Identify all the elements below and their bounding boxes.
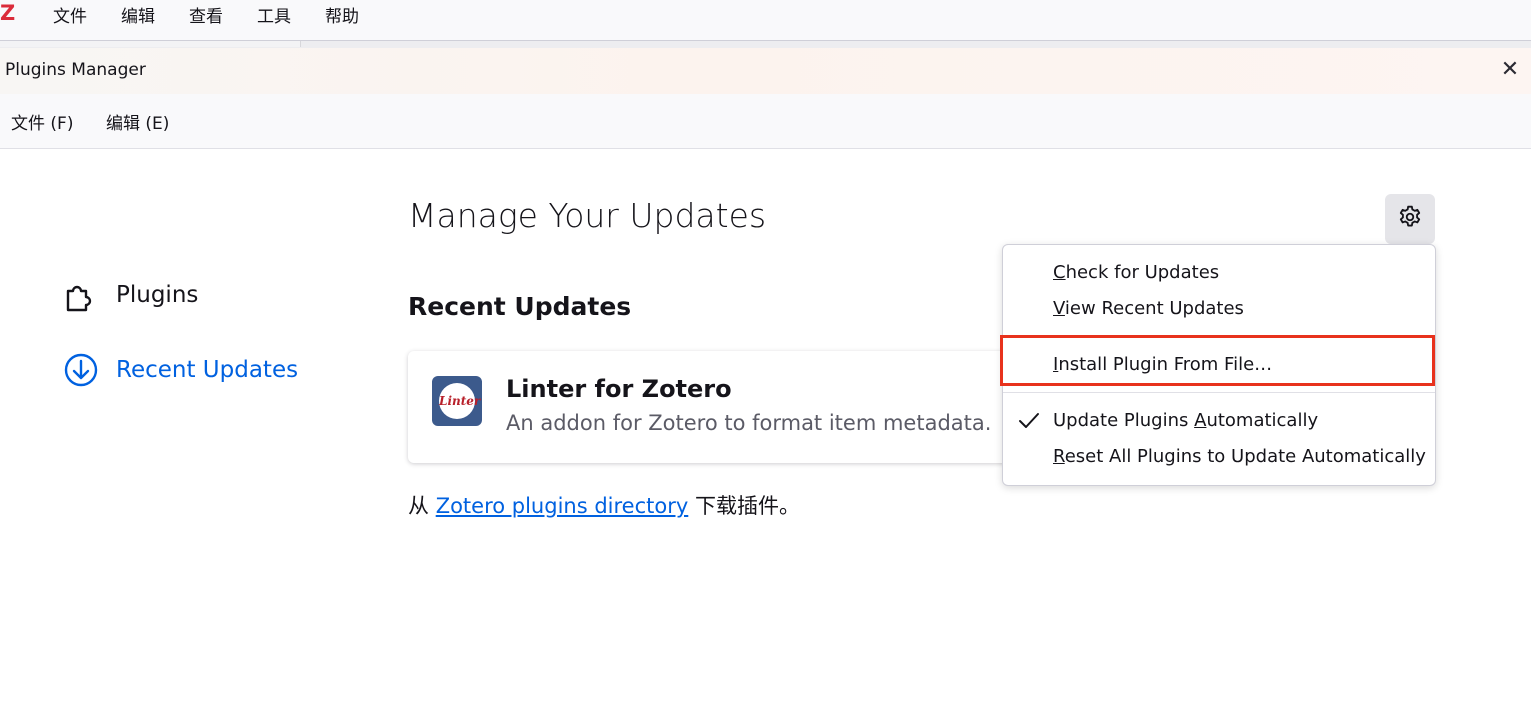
sidebar-item-plugins[interactable]: Plugins (64, 278, 198, 312)
addon-card[interactable]: Linter Linter for Zotero An addon for Zo… (408, 351, 1018, 463)
menu-reset-all-plugins[interactable]: Reset All Plugins to Update Automaticall… (1053, 446, 1426, 467)
footer-text: 从 Zotero plugins directory 下载插件。 (408, 490, 800, 520)
linter-logo-icon: Linter (439, 383, 480, 419)
dialog-menubar: 文件 (F) 编辑 (E) (0, 94, 1531, 149)
app-menu-help[interactable]: 帮助 (325, 2, 359, 27)
checkmark-icon (1017, 411, 1041, 435)
close-button[interactable]: ✕ (1497, 57, 1523, 82)
addon-name: Linter for Zotero (506, 375, 732, 403)
page-title: Manage Your Updates (408, 196, 767, 235)
menu-install-plugin-from-file[interactable]: Install Plugin From File… (1053, 354, 1272, 375)
menu-separator (1003, 336, 1435, 337)
footer-suffix: 下载插件。 (688, 494, 800, 518)
dialog-menu-file[interactable]: 文件 (F) (11, 109, 73, 134)
zotero-logo: Z (0, 1, 16, 25)
sidebar-item-recent-updates[interactable]: Recent Updates (64, 353, 298, 387)
tab[interactable] (0, 41, 301, 47)
settings-menu: Check for Updates View Recent Updates In… (1002, 244, 1436, 486)
sidebar-item-label: Plugins (116, 282, 199, 308)
sidebar-item-label: Recent Updates (116, 357, 299, 383)
app-menu-file[interactable]: 文件 (53, 2, 87, 27)
dialog-menu-edit[interactable]: 编辑 (E) (106, 109, 169, 134)
addon-icon: Linter (432, 376, 482, 426)
footer-prefix: 从 (408, 494, 436, 518)
menu-separator (1003, 392, 1435, 393)
gear-icon (1397, 204, 1423, 234)
menu-update-plugins-automatically[interactable]: Update Plugins Automatically (1053, 410, 1318, 431)
dialog-title: Plugins Manager (5, 60, 146, 80)
app-menubar: Z 文件 编辑 查看 工具 帮助 (0, 0, 1531, 40)
settings-button[interactable] (1385, 194, 1435, 244)
app-menu-edit[interactable]: 编辑 (121, 2, 155, 27)
menu-view-recent-updates[interactable]: View Recent Updates (1053, 298, 1244, 319)
app-menu-view[interactable]: 查看 (189, 2, 223, 27)
app-menu-tools[interactable]: 工具 (257, 2, 291, 27)
dialog-titlebar: Plugins Manager ✕ (0, 48, 1531, 94)
download-icon (64, 353, 98, 387)
puzzle-icon (64, 278, 98, 312)
menu-check-for-updates[interactable]: Check for Updates (1053, 262, 1219, 283)
plugins-directory-link[interactable]: Zotero plugins directory (436, 494, 689, 518)
addon-description: An addon for Zotero to format item metad… (506, 411, 992, 435)
section-heading: Recent Updates (408, 292, 632, 321)
